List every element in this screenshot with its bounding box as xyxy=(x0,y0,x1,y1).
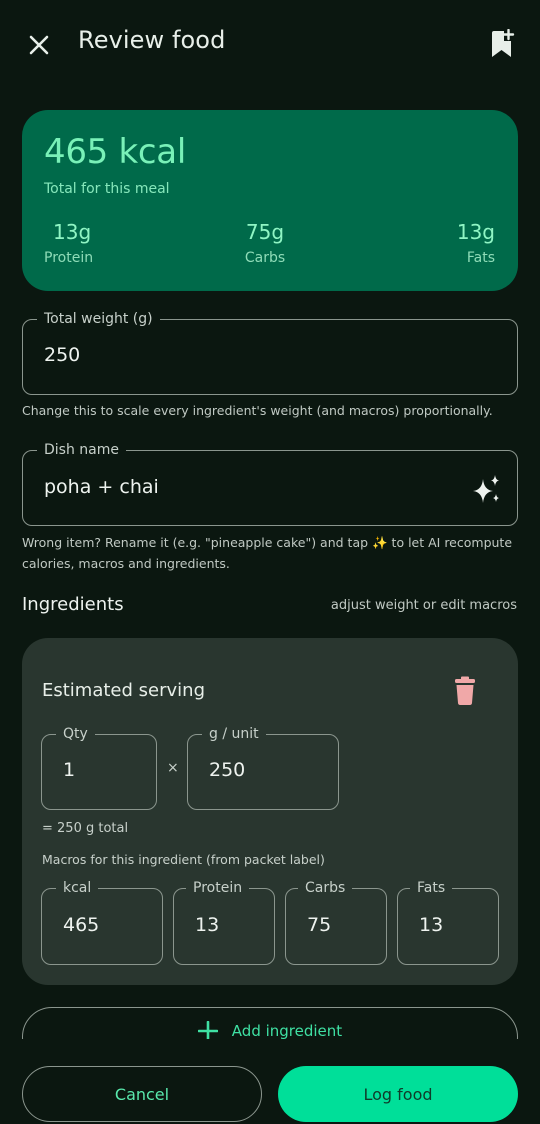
log-food-button[interactable]: Log food xyxy=(278,1066,518,1122)
ingredient-fats-label: Fats xyxy=(410,878,453,898)
ingredient-protein-input[interactable]: 13 xyxy=(195,914,219,936)
qty-input[interactable]: 1 xyxy=(63,759,75,781)
ingredient-fats-input[interactable]: 13 xyxy=(419,914,443,936)
meal-summary-card: 465 kcal Total for this meal 13g Protein… xyxy=(22,110,518,291)
total-kcal: 465 kcal xyxy=(44,132,186,172)
ingredient-kcal-field[interactable]: kcal 465 xyxy=(41,878,163,965)
add-ingredient-label: Add ingredient xyxy=(231,1022,343,1039)
scroll-clip: Add ingredient xyxy=(0,995,540,1039)
grams-per-unit-field[interactable]: g / unit 250 xyxy=(187,724,339,810)
ingredient-carbs-input[interactable]: 75 xyxy=(307,914,331,936)
grams-per-unit-label: g / unit xyxy=(202,724,266,744)
add-ingredient-button[interactable]: Add ingredient xyxy=(22,1007,518,1039)
ingredient-carbs-label: Carbs xyxy=(298,878,353,898)
summary-fats: 13g Fats xyxy=(457,220,495,266)
top-app-bar: Review food xyxy=(0,0,540,88)
sparkles-icon[interactable] xyxy=(469,473,503,507)
save-template-button[interactable] xyxy=(486,27,518,61)
qty-field[interactable]: Qty 1 xyxy=(41,724,157,810)
times-symbol: × xyxy=(167,760,179,776)
total-kcal-subtitle: Total for this meal xyxy=(44,181,170,197)
ingredient-card: Estimated serving Qty 1 × g / unit 250 =… xyxy=(22,638,518,985)
dish-name-helper: Wrong item? Rename it (e.g. "pineapple c… xyxy=(22,535,513,571)
bookmark-add-icon xyxy=(492,29,515,57)
delete-ingredient-button[interactable] xyxy=(452,676,478,706)
grams-per-unit-input[interactable]: 250 xyxy=(209,759,245,781)
ingredient-carbs-field[interactable]: Carbs 75 xyxy=(285,878,387,965)
ingredient-protein-label: Protein xyxy=(186,878,250,898)
ingredients-title: Ingredients xyxy=(22,594,124,615)
dish-name-input[interactable]: poha + chai xyxy=(44,476,159,498)
ingredient-kcal-input[interactable]: 465 xyxy=(63,914,99,936)
ingredients-hint: adjust weight or edit macros xyxy=(330,598,517,613)
total-weight-field[interactable]: Total weight (g) 250 xyxy=(22,309,518,395)
summary-carbs: 75g Carbs xyxy=(22,220,518,266)
close-icon xyxy=(29,35,49,55)
ingredient-name: Estimated serving xyxy=(42,680,205,701)
cancel-button[interactable]: Cancel xyxy=(22,1066,262,1122)
dish-name-field[interactable]: Dish name poha + chai xyxy=(22,440,518,526)
close-button[interactable] xyxy=(22,28,56,62)
ingredient-kcal-label: kcal xyxy=(56,878,99,898)
page-title: Review food xyxy=(78,26,226,54)
summary-fats-value: 13g xyxy=(456,220,495,244)
total-weight-label: Total weight (g) xyxy=(37,309,160,329)
total-weight-helper: Change this to scale every ingredient's … xyxy=(22,403,493,418)
summary-fats-label: Fats xyxy=(466,250,495,266)
summary-carbs-value: 75g xyxy=(245,220,285,244)
ingredient-fats-field[interactable]: Fats 13 xyxy=(397,878,499,965)
ingredient-macros-note: Macros for this ingredient (from packet … xyxy=(42,852,325,867)
summary-carbs-label: Carbs xyxy=(244,250,286,266)
qty-label: Qty xyxy=(56,724,95,744)
plus-icon xyxy=(197,1021,218,1039)
ingredient-protein-field[interactable]: Protein 13 xyxy=(173,878,275,965)
total-weight-input[interactable]: 250 xyxy=(44,344,80,366)
trash-icon xyxy=(455,676,475,705)
ingredient-total-weight: = 250 g total xyxy=(42,821,129,836)
dish-name-label: Dish name xyxy=(37,440,126,460)
